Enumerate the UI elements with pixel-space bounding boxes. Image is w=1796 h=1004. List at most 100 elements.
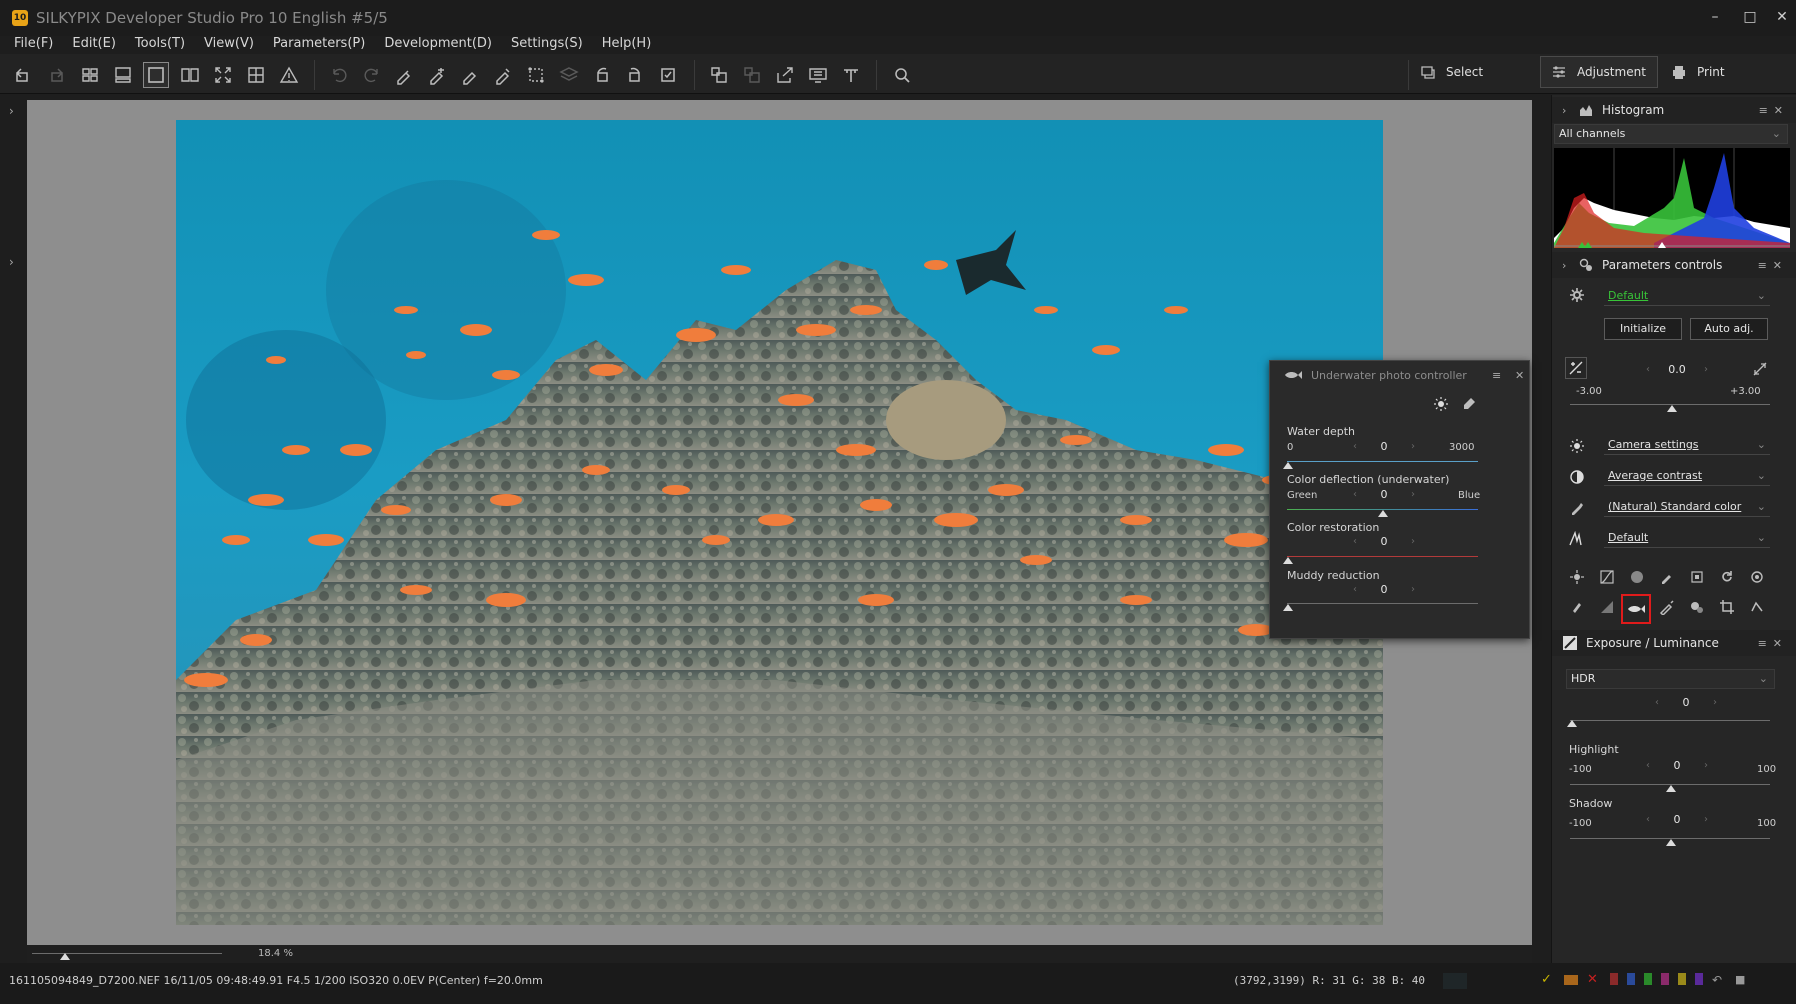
preview-image[interactable] [176, 120, 1383, 925]
zoom-slider-thumb[interactable] [60, 953, 70, 960]
vignette-icon[interactable] [1596, 596, 1618, 618]
exposure-thumb[interactable] [1667, 405, 1677, 412]
menu-settings[interactable]: Settings(S) [511, 36, 583, 51]
brush-icon[interactable] [457, 62, 483, 88]
noise-reduction-icon[interactable] [1686, 566, 1708, 588]
color-restoration-stepper[interactable]: ‹ 0 › [1349, 533, 1419, 551]
slideshow-icon[interactable] [805, 62, 831, 88]
color-restoration-track[interactable] [1287, 556, 1478, 557]
red-label-icon[interactable] [1610, 973, 1618, 985]
batch-develop-icon[interactable] [739, 62, 765, 88]
tone-curve-icon[interactable] [1596, 566, 1618, 588]
menu-view[interactable]: View(V) [204, 36, 254, 51]
color-icon[interactable] [1566, 497, 1588, 519]
collapse-icon[interactable]: › [1562, 104, 1578, 117]
paste-params-icon[interactable] [424, 62, 450, 88]
collapse-icon[interactable]: › [1562, 259, 1578, 272]
water-depth-track[interactable] [1287, 461, 1478, 462]
panel-controls-icon[interactable]: ≡✕ [1758, 637, 1788, 650]
hdr-track[interactable] [1570, 720, 1770, 721]
color-deflection-stepper[interactable]: ‹ 0 › [1349, 486, 1419, 504]
panel-controls-icon[interactable]: ≡✕ [1758, 259, 1788, 272]
maximize-icon[interactable]: □ [1740, 8, 1760, 26]
reject-icon[interactable]: ✕ [1587, 973, 1601, 987]
perspective-icon[interactable] [1746, 596, 1768, 618]
rotate-left-icon[interactable] [589, 62, 615, 88]
contrast-select[interactable]: Average contrast ⌄ [1604, 466, 1770, 486]
color-deflection-thumb[interactable] [1378, 510, 1388, 517]
filmstrip-view-icon[interactable] [110, 62, 136, 88]
fullscreen-icon[interactable] [210, 62, 236, 88]
loupe-icon[interactable] [889, 62, 915, 88]
warning-icon[interactable] [276, 62, 302, 88]
highlight-thumb[interactable] [1666, 785, 1676, 792]
water-depth-stepper[interactable]: ‹ 0 › [1349, 438, 1419, 456]
lock-icon[interactable]: ■ [1735, 973, 1749, 987]
initialize-button[interactable]: Initialize [1604, 318, 1682, 340]
fine-color-icon[interactable] [1656, 566, 1678, 588]
sunlight-icon[interactable] [1430, 393, 1452, 415]
dehaze-icon[interactable] [1566, 596, 1588, 618]
muddy-reduction-stepper[interactable]: ‹ 0 › [1349, 581, 1419, 599]
expand-left-panel-icon[interactable]: › [9, 104, 14, 118]
shadow-stepper[interactable]: ‹ 0 › [1642, 811, 1712, 829]
dropper-icon[interactable] [1458, 393, 1480, 415]
underwater-photo-icon[interactable] [1621, 594, 1651, 624]
highlight-stepper[interactable]: ‹ 0 › [1642, 757, 1712, 775]
layers-icon[interactable] [556, 62, 582, 88]
adjustment-mode-button[interactable]: Adjustment [1540, 56, 1658, 88]
exposure-icon[interactable] [1565, 357, 1587, 379]
next-image-icon[interactable] [43, 62, 69, 88]
single-view-icon[interactable] [143, 62, 169, 88]
revert-icon[interactable]: ↶ [1712, 973, 1726, 987]
grid-view-icon[interactable] [77, 62, 103, 88]
shadow-thumb[interactable] [1666, 839, 1676, 846]
contrast-icon[interactable] [1566, 466, 1588, 488]
green-label-icon[interactable] [1644, 973, 1652, 985]
hdr-mode-select[interactable]: HDR ⌄ [1566, 669, 1775, 689]
magenta-label-icon[interactable] [1661, 973, 1669, 985]
hdr-thumb[interactable] [1567, 720, 1577, 727]
panel-controls-icon[interactable]: ≡✕ [1759, 104, 1789, 117]
expand-browser-panel-icon[interactable]: › [9, 255, 14, 269]
transform-icon[interactable] [523, 62, 549, 88]
print-mode-button[interactable]: Print [1671, 56, 1725, 88]
auto-adj-button[interactable]: Auto adj. [1690, 318, 1768, 340]
lens-icon[interactable] [1746, 566, 1768, 588]
rotate-right-icon[interactable] [622, 62, 648, 88]
histogram-channel-select[interactable]: All channels ⌄ [1554, 124, 1788, 144]
purple-label-icon[interactable] [1695, 973, 1703, 985]
mark-icon[interactable] [655, 62, 681, 88]
redo-icon[interactable] [359, 62, 385, 88]
color-select[interactable]: (Natural) Standard color ⌄ [1604, 497, 1770, 517]
select-mode-button[interactable]: Select [1420, 56, 1483, 88]
exposure-stepper[interactable]: ‹ 0.0 › [1642, 361, 1712, 379]
retouch-brush-icon[interactable] [1656, 596, 1678, 618]
histogram-header[interactable]: › Histogram ≡✕ [1552, 97, 1796, 123]
white-balance-select[interactable]: Camera settings ⌄ [1604, 435, 1770, 455]
hdr-stepper[interactable]: ‹ 0 › [1651, 694, 1721, 712]
menu-file[interactable]: File(F) [14, 36, 53, 51]
check-icon[interactable]: ✓ [1541, 973, 1555, 987]
blue-label-icon[interactable] [1627, 973, 1635, 985]
yellow-label-icon[interactable] [1678, 973, 1686, 985]
spot-removal-icon[interactable] [1686, 596, 1708, 618]
sharpness-icon[interactable] [1566, 528, 1588, 550]
water-depth-thumb[interactable] [1283, 462, 1293, 469]
straighten-icon[interactable] [838, 62, 864, 88]
develop-icon[interactable] [706, 62, 732, 88]
copy-params-icon[interactable] [391, 62, 417, 88]
brush-reset-icon[interactable] [490, 62, 516, 88]
sharpness-select[interactable]: Default ⌄ [1604, 528, 1770, 548]
exposure-luminance-header[interactable]: Exposure / Luminance ≡✕ [1552, 630, 1796, 656]
crop-icon[interactable] [1716, 596, 1738, 618]
menu-tools[interactable]: Tools(T) [135, 36, 185, 51]
white-balance-icon[interactable] [1566, 435, 1588, 457]
preset-select[interactable]: Default ⌄ [1604, 286, 1770, 306]
export-icon[interactable] [772, 62, 798, 88]
grid-overlay-icon[interactable] [243, 62, 269, 88]
menu-edit[interactable]: Edit(E) [72, 36, 116, 51]
saturation-icon[interactable] [1626, 566, 1648, 588]
menu-help[interactable]: Help(H) [602, 36, 652, 51]
rotation-icon[interactable] [1716, 566, 1738, 588]
